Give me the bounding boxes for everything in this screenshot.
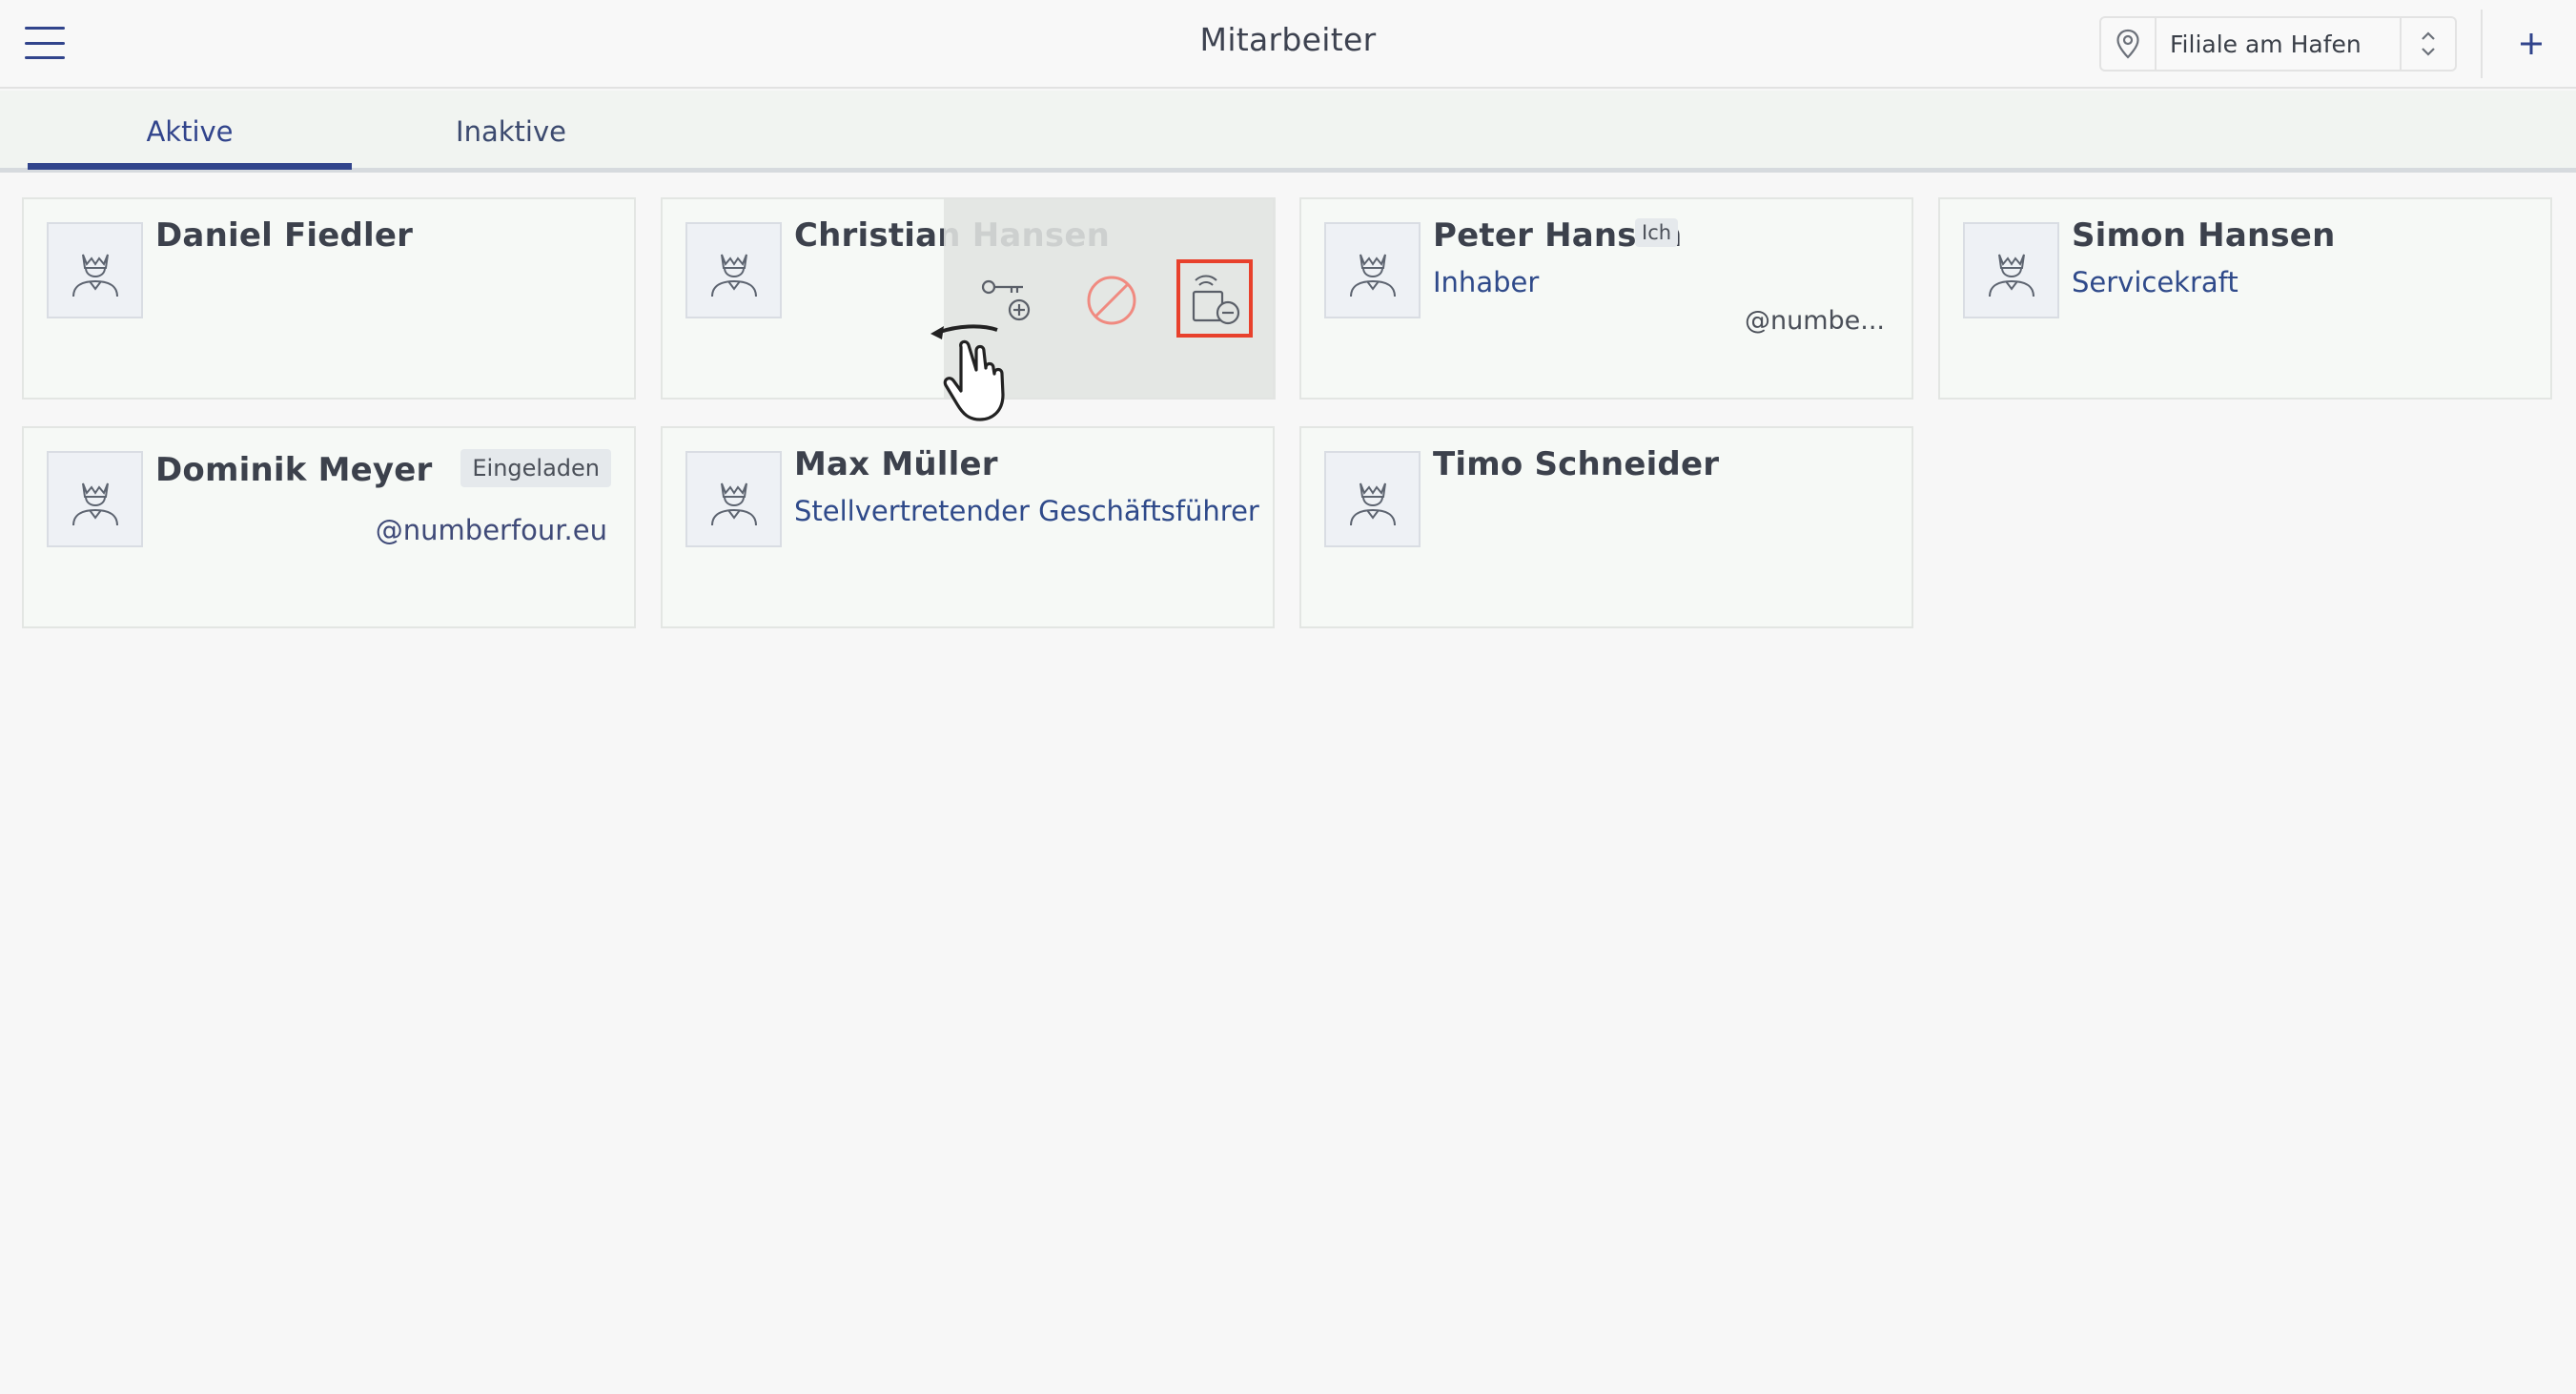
avatar-icon bbox=[1963, 222, 2059, 318]
invited-badge: Eingeladen bbox=[460, 449, 611, 487]
employee-role: Inhaber bbox=[1433, 266, 1540, 298]
avatar-icon bbox=[47, 222, 143, 318]
employee-name: Simon Hansen bbox=[2072, 216, 2336, 255]
employee-card[interactable]: Peter Hansen Ich Inhaber @numbe... bbox=[1299, 197, 1913, 400]
employee-name: Max Müller bbox=[794, 445, 998, 483]
employee-name: Timo Schneider bbox=[1433, 445, 1720, 483]
avatar-icon bbox=[685, 222, 782, 318]
employee-email: @numberfour.eu bbox=[375, 514, 607, 546]
employee-card[interactable]: Simon Hansen Servicekraft bbox=[1938, 197, 2552, 400]
tab-inaktive[interactable]: Inaktive bbox=[352, 91, 670, 173]
block-icon[interactable] bbox=[1080, 269, 1143, 332]
employee-role: Stellvertretender Geschäftsführer bbox=[794, 495, 1259, 527]
app-header: Mitarbeiter Filiale am Hafen bbox=[0, 0, 2576, 89]
plus-icon bbox=[2521, 33, 2542, 54]
employee-card[interactable]: Dominik Meyer Eingeladen @numberfour.eu bbox=[22, 426, 636, 628]
employee-card[interactable]: Max Müller Stellvertretender Geschäftsfü… bbox=[661, 426, 1275, 628]
employee-name: Daniel Fiedler bbox=[155, 216, 414, 255]
active-tab-indicator bbox=[28, 163, 352, 170]
location-value: Filiale am Hafen bbox=[2170, 30, 2361, 58]
swipe-gesture-hand-icon bbox=[923, 313, 1028, 427]
location-select[interactable]: Filiale am Hafen bbox=[2099, 16, 2457, 72]
avatar-icon bbox=[1324, 222, 1421, 318]
add-employee-button[interactable] bbox=[2503, 17, 2560, 71]
location-pin-icon bbox=[2101, 18, 2157, 70]
self-badge: Ich bbox=[1635, 218, 1679, 247]
tab-bar: Aktive Inaktive bbox=[0, 91, 2576, 173]
avatar-icon bbox=[1324, 451, 1421, 547]
employee-role: Servicekraft bbox=[2072, 266, 2239, 298]
avatar-icon bbox=[685, 451, 782, 547]
header-divider bbox=[2481, 10, 2483, 78]
highlight-box bbox=[1176, 259, 1253, 338]
employee-card[interactable]: Timo Schneider bbox=[1299, 426, 1913, 628]
employee-name: Dominik Meyer bbox=[155, 451, 433, 489]
employee-card[interactable]: Daniel Fiedler bbox=[22, 197, 636, 400]
tab-aktive[interactable]: Aktive bbox=[28, 91, 352, 173]
employee-email: @numbe... bbox=[1744, 306, 1885, 336]
avatar-icon bbox=[47, 451, 143, 547]
chevron-up-down-icon[interactable] bbox=[2400, 18, 2455, 70]
